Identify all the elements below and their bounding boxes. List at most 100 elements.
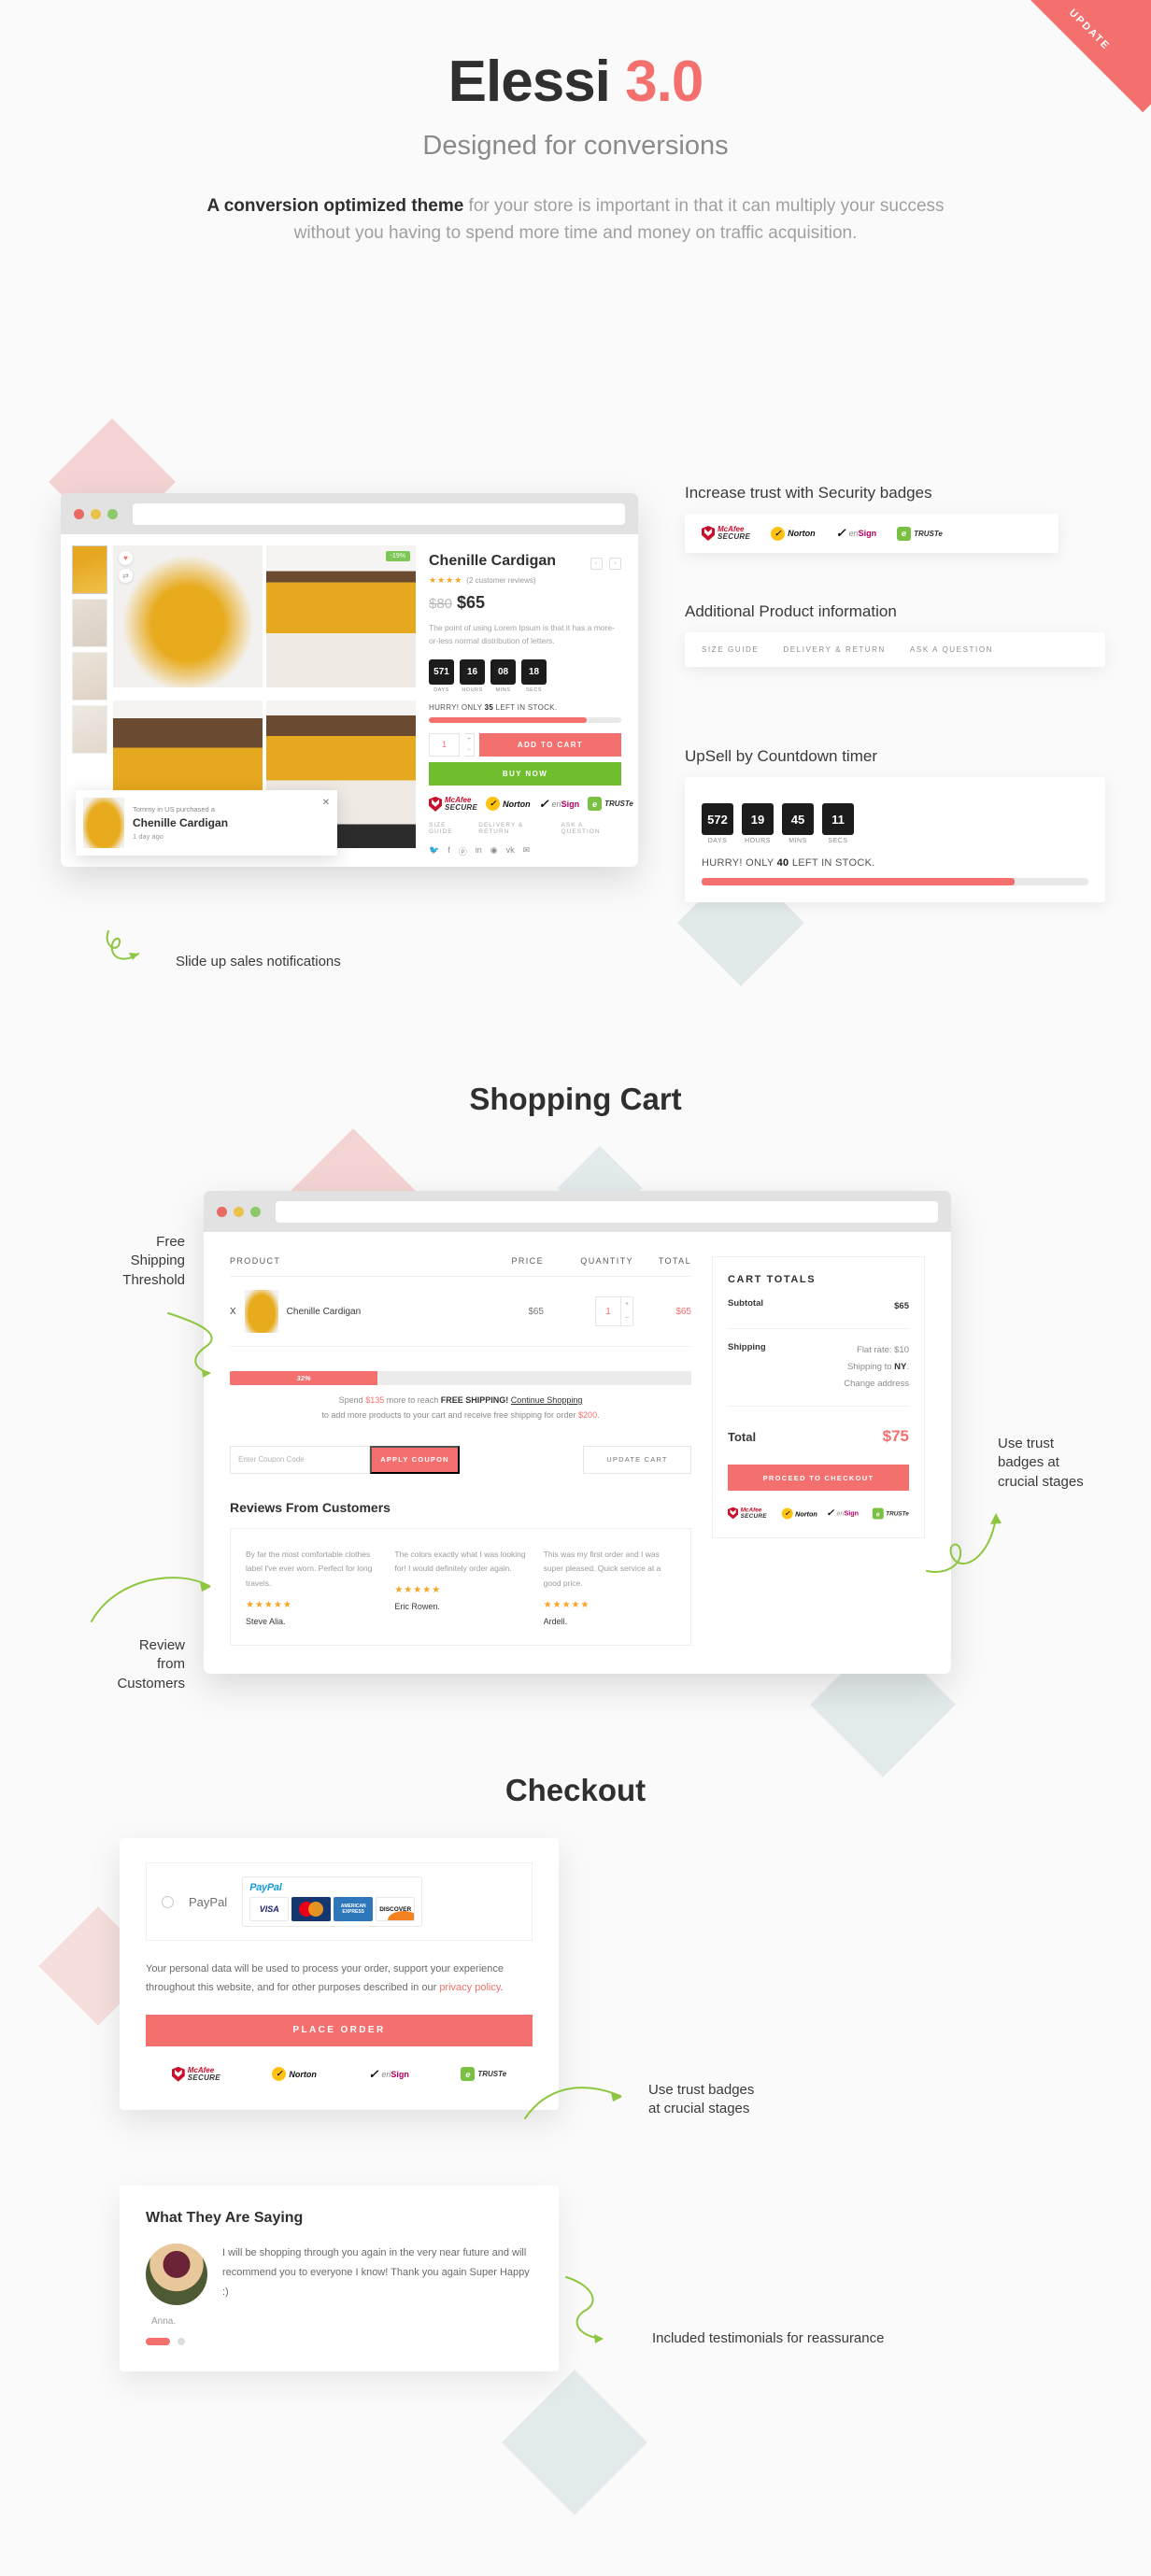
paypal-radio[interactable]: [162, 1895, 174, 1908]
tab-delivery-return[interactable]: DELIVERY & RETURN: [783, 645, 886, 654]
quantity-stepper[interactable]: + −: [464, 732, 475, 757]
gallery-image-main[interactable]: ♥ ⇄: [113, 545, 263, 687]
qty-increment[interactable]: +: [621, 1297, 632, 1311]
mastercard-icon: [291, 1897, 332, 1921]
prev-product-button[interactable]: ‹: [590, 558, 603, 570]
wishlist-icon[interactable]: ♥: [119, 551, 133, 565]
fs-amount: $135: [365, 1395, 385, 1405]
place-order-button[interactable]: PLACE ORDER: [146, 2014, 533, 2046]
countdown-unit-secs: 11 SECS: [822, 803, 854, 844]
countdown-value: 571: [429, 658, 454, 685]
annotation-trust-cart: Use trust badges at crucial stages: [998, 1436, 1084, 1490]
close-icon[interactable]: ✕: [322, 798, 330, 808]
review-count[interactable]: (2 customer reviews): [466, 576, 535, 585]
arrow-slide-up: [106, 930, 139, 960]
countdown-unit-days: 572 DAYS: [702, 803, 733, 844]
testimonial-content: I will be shopping through you again in …: [222, 2243, 533, 2305]
product-thumbnail[interactable]: [72, 599, 107, 647]
linkedin-icon[interactable]: in: [476, 845, 482, 857]
quantity-stepper[interactable]: 1 + −: [595, 1296, 633, 1326]
window-close-dot[interactable]: [74, 508, 84, 519]
gallery-image-model-1[interactable]: -19%: [266, 545, 416, 687]
pinterest-icon[interactable]: ⓟ: [459, 845, 467, 857]
window-maximize-dot[interactable]: [107, 508, 118, 519]
checkout-trust-badges: McAfee SECURE ✓ Norton ✓ eriSign e TRUSTe: [146, 2066, 533, 2082]
quantity-value[interactable]: 1: [596, 1297, 620, 1325]
pagination-dot[interactable]: [178, 2338, 185, 2345]
payment-method-row[interactable]: PayPal PayPal VISA AMERICAN EXPRESS DISC…: [146, 1862, 533, 1941]
countdown-value: 572: [702, 803, 733, 835]
proceed-to-checkout-button[interactable]: PROCEED TO CHECKOUT: [728, 1465, 909, 1492]
quantity-spinner[interactable]: + −: [620, 1297, 632, 1325]
upsell-progress-fill: [702, 878, 1016, 885]
product-info-links: SIZE GUIDE DELIVERY & RETURN ASK A QUEST…: [429, 822, 621, 835]
quantity-value[interactable]: 1: [429, 732, 460, 757]
security-badges-card: McAfee SECURE ✓ Norton ✓ eriSign e TRUSTe: [685, 514, 1059, 553]
update-cart-button[interactable]: UPDATE CART: [583, 1445, 691, 1474]
delivery-return-link[interactable]: DELIVERY & RETURN: [478, 822, 552, 835]
pagination-dot-active[interactable]: [146, 2338, 170, 2345]
tab-ask-question[interactable]: ASK A QUESTION: [910, 645, 993, 654]
qty-increment[interactable]: +: [464, 734, 474, 745]
window-minimize-dot[interactable]: [234, 1206, 244, 1217]
continue-shopping-link[interactable]: Continue Shopping: [511, 1395, 583, 1405]
discover-icon: DISCOVER: [376, 1897, 416, 1921]
browser-url-bar[interactable]: [276, 1200, 938, 1223]
countdown-unit-secs: 18 SECS: [521, 658, 547, 693]
buy-now-button[interactable]: BUY NOW: [429, 761, 621, 786]
shipping-values: Flat rate: $10 Shipping to NY. Change ad…: [844, 1342, 909, 1393]
ask-question-link[interactable]: ASK A QUESTION: [561, 822, 621, 835]
free-shipping-percent: 32%: [296, 1374, 311, 1382]
qty-decrement[interactable]: −: [464, 744, 474, 756]
stock-warning: HURRY! ONLY 35 LEFT IN STOCK.: [429, 703, 621, 712]
review-stars: ★★★★★: [394, 1584, 442, 1595]
upsell-countdown: 572 DAYS 19 HOURS 45 MINS 11 SECS: [702, 803, 1088, 844]
apply-coupon-button[interactable]: APPLY COUPON: [370, 1445, 460, 1474]
product-thumbnail[interactable]: [72, 545, 107, 594]
table-row: X Chenille Cardigan $65 1 + − $65: [230, 1277, 691, 1347]
vk-icon[interactable]: vk: [506, 845, 515, 857]
feature-heading: Additional Product information: [685, 602, 897, 620]
coupon-input[interactable]: Enter Coupon Code: [230, 1445, 370, 1474]
facebook-icon[interactable]: f: [448, 845, 450, 857]
title-accent: 3.0: [625, 50, 703, 114]
product-thumbnail[interactable]: [72, 652, 107, 701]
change-address-link[interactable]: Change address: [844, 1379, 909, 1389]
next-product-button[interactable]: ›: [609, 558, 621, 570]
countdown-value: 18: [521, 658, 547, 685]
countdown-label: SECS: [526, 686, 542, 693]
qty-decrement[interactable]: −: [621, 1311, 632, 1325]
cart-product-name[interactable]: Chenille Cardigan: [287, 1307, 362, 1317]
cart-reviews-box: By far the most comfortable clothes labe…: [230, 1527, 691, 1646]
twitter-icon[interactable]: 🐦: [429, 845, 439, 857]
email-icon[interactable]: ✉: [523, 845, 531, 857]
stock-progress-fill: [429, 716, 587, 723]
add-to-cart-button[interactable]: ADD TO CART: [479, 732, 621, 757]
privacy-policy-link[interactable]: privacy policy: [439, 1982, 500, 1993]
countdown-label: MINS: [495, 686, 511, 693]
browser-url-bar[interactable]: [133, 502, 625, 525]
product-page-browser: ♥ ⇄ -19% Chenille Cardigan ‹ › ★★★★ (2 c…: [61, 493, 638, 867]
notification-product-name[interactable]: Chenille Cardigan: [133, 816, 314, 829]
sales-notification-popup[interactable]: Tommy in US purchased a Chenille Cardiga…: [76, 789, 337, 856]
paypal-label: PayPal: [189, 1894, 228, 1909]
testimonial-pagination: [146, 2338, 533, 2345]
whatsapp-icon[interactable]: ◉: [490, 845, 498, 857]
size-guide-link[interactable]: SIZE GUIDE: [429, 822, 470, 835]
truste-badge-icon: e TRUSTe: [588, 797, 633, 812]
countdown-unit-mins: 45 MINS: [782, 803, 814, 844]
notification-product-image: [83, 797, 124, 848]
norton-badge-icon: ✓ Norton: [781, 1507, 817, 1520]
product-title-row: Chenille Cardigan ‹ ›: [429, 553, 621, 570]
product-thumbnail[interactable]: [72, 705, 107, 754]
compare-icon[interactable]: ⇄: [119, 569, 133, 583]
countdown-unit-hours: 16 HOURS: [460, 658, 485, 693]
window-minimize-dot[interactable]: [91, 508, 101, 519]
window-maximize-dot[interactable]: [250, 1206, 261, 1217]
notification-subtitle: Tommy in US purchased a: [133, 804, 215, 814]
browser-titlebar: [61, 493, 638, 534]
window-close-dot[interactable]: [217, 1206, 227, 1217]
shipping-rate: Flat rate: $10: [857, 1345, 909, 1356]
list-item: This was my first order and I was super …: [544, 1548, 675, 1626]
tab-size-guide[interactable]: SIZE GUIDE: [702, 645, 759, 654]
